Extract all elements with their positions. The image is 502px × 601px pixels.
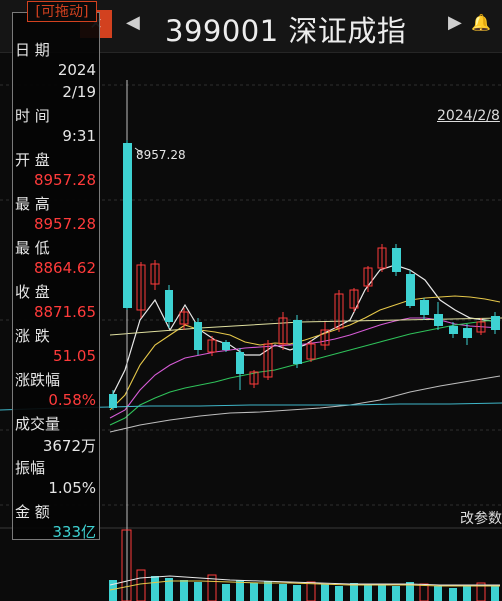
ma-magenta bbox=[109, 317, 501, 419]
date-label: 日 期 bbox=[15, 41, 50, 59]
data-tooltip-panel[interactable]: [可拖动] 日 期 2024 2/19 时 间 9:31 开 盘 8957.28… bbox=[12, 1, 100, 541]
drag-handle[interactable]: [可拖动] bbox=[27, 1, 97, 22]
open-value: 8957.28 bbox=[33, 171, 96, 189]
volume-value: 3672万 bbox=[42, 437, 96, 455]
volume-label: 成交量 bbox=[15, 415, 61, 433]
open-label: 开 盘 bbox=[15, 151, 50, 169]
candles bbox=[109, 140, 500, 410]
date-year-value: 2024 bbox=[57, 61, 96, 79]
next-stock-arrow-icon[interactable]: ▶ bbox=[448, 12, 462, 33]
low-value: 8864.62 bbox=[33, 259, 96, 277]
close-value: 8871.65 bbox=[33, 303, 96, 321]
amount-label: 金 额 bbox=[15, 503, 50, 521]
chart-date-label[interactable]: 2024/2/8 bbox=[437, 108, 500, 124]
stock-title: 399001 深证成指 bbox=[165, 14, 407, 48]
high-price-marker: 8957.28 bbox=[136, 148, 186, 162]
close-label: 收 盘 bbox=[15, 283, 50, 301]
change-params-button[interactable]: 改参数 bbox=[460, 508, 502, 528]
date-day-value: 2/19 bbox=[62, 83, 96, 101]
high-value: 8957.28 bbox=[33, 215, 96, 233]
change-pct-label: 涨跌幅 bbox=[15, 371, 61, 389]
amplitude-value: 1.05% bbox=[48, 479, 96, 497]
amount-value: 333亿 bbox=[52, 523, 96, 541]
time-value: 9:31 bbox=[62, 127, 96, 145]
volume-bars bbox=[109, 529, 500, 601]
time-label: 时 间 bbox=[15, 107, 50, 125]
prev-stock-arrow-icon[interactable]: ◀ bbox=[126, 12, 140, 33]
low-label: 最 低 bbox=[15, 239, 50, 257]
change-label: 涨 跌 bbox=[15, 327, 50, 345]
bell-icon[interactable]: 🔔 bbox=[471, 13, 491, 32]
high-label: 最 高 bbox=[15, 195, 50, 213]
change-value: 51.05 bbox=[53, 347, 96, 365]
change-pct-value: 0.58% bbox=[48, 391, 96, 409]
amplitude-label: 振幅 bbox=[15, 459, 46, 477]
